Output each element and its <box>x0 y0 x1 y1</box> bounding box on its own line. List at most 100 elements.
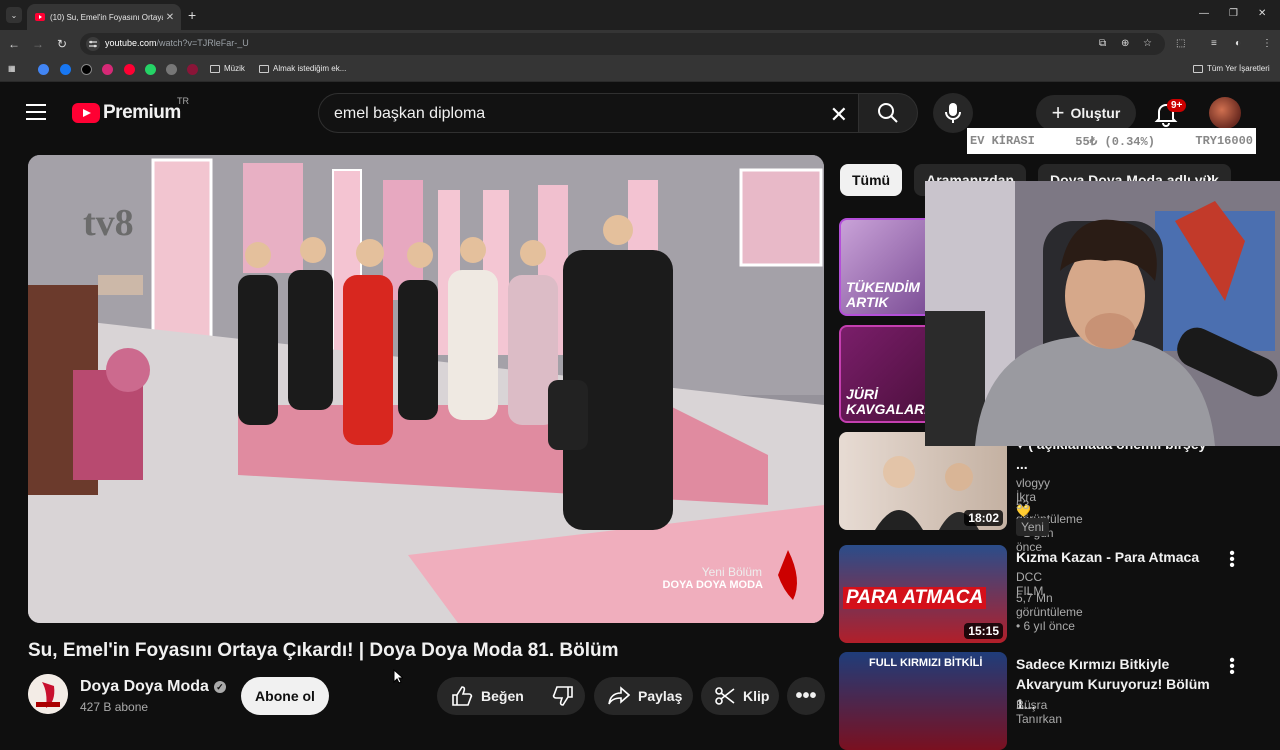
close-window-button[interactable]: ✕ <box>1258 8 1266 19</box>
clip-button[interactable]: Klip <box>701 677 779 715</box>
reload-button[interactable]: ↻ <box>54 36 70 52</box>
thumbnail-text: TÜKENDİM ARTIK <box>846 279 920 310</box>
video-duration: 18:02 <box>964 510 1003 526</box>
new-badge: Yeni <box>1016 518 1049 536</box>
search-icon <box>878 103 898 123</box>
all-bookmarks[interactable]: Tüm Yer İşaretleri <box>1193 64 1270 73</box>
minimize-button[interactable]: — <box>1199 8 1209 19</box>
logo-text: Premium <box>103 102 181 123</box>
url-path: /watch?v=TJRleFar-_U <box>156 38 249 48</box>
whatsapp-bookmark-icon[interactable] <box>145 64 156 75</box>
recommendation-channel[interactable]: Büşra Tanırkan <box>1016 698 1062 726</box>
browser-menu-icon[interactable]: ⋮ <box>1262 38 1272 49</box>
scissors-icon <box>715 687 735 705</box>
more-vertical-icon[interactable]: • • • <box>1229 546 1235 574</box>
profile-icon[interactable]: ◐ <box>1235 38 1241 49</box>
browser-tab[interactable]: (10) Su, Emel'in Foyasını Ortaya ✕ <box>27 4 181 30</box>
share-arrow-icon <box>608 686 630 705</box>
ticker-change: 55₺ (0.34%) <box>1075 134 1155 149</box>
folder-icon <box>1193 64 1203 73</box>
dislike-button[interactable] <box>538 677 588 715</box>
stock-ticker-overlay: EV KİRASI 55₺ (0.34%) TRY16000 <box>967 128 1256 154</box>
search-button[interactable] <box>858 93 918 133</box>
tab-search-button[interactable]: ⌄ <box>6 7 22 23</box>
pinterest-bookmark-icon[interactable] <box>187 64 198 75</box>
channel-name-row[interactable]: Doya Doya Moda ✓ <box>80 678 226 696</box>
all-bookmarks-label: Tüm Yer İşaretleri <box>1207 64 1270 73</box>
restore-button[interactable]: ❐ <box>1229 8 1238 19</box>
google-bookmark-icon[interactable] <box>38 64 49 75</box>
chatgpt-bookmark-icon[interactable] <box>166 64 177 75</box>
thumbnail-text: PARA ATMACA <box>843 587 987 609</box>
notification-badge: 9+ <box>1167 99 1187 112</box>
search-input[interactable]: emel başkan diploma <box>334 105 485 123</box>
thumbnail-text: JÜRİ KAVGALARI <box>846 386 929 417</box>
tv8-logo: tv8 <box>83 202 134 244</box>
recommendation-meta: 5,7 Mn görüntüleme • 6 yıl önce <box>1016 591 1083 633</box>
new-tab-button[interactable]: + <box>188 7 196 23</box>
youtube-logo[interactable]: Premium TR <box>72 96 189 124</box>
overlay-show-name: DOYA DOYA MODA <box>662 579 763 591</box>
tab-close-icon[interactable]: ✕ <box>163 12 177 23</box>
apps-icon[interactable]: ▦ <box>8 64 16 73</box>
create-label: Oluştur <box>1070 105 1121 121</box>
channel-name[interactable]: Doya Doya Moda <box>80 678 209 696</box>
search-box[interactable]: emel başkan diploma ✕ <box>318 93 858 133</box>
youtube-favicon-icon <box>35 13 45 21</box>
more-vertical-icon[interactable]: • • • <box>1229 653 1235 681</box>
folder-icon <box>259 64 269 73</box>
video-thumbnail[interactable]: FULL KIRMIZI BİTKİLİ <box>839 652 1007 750</box>
thumbs-up-icon <box>452 686 473 706</box>
tab-title: (10) Su, Emel'in Foyasını Ortaya <box>50 12 163 22</box>
more-actions-button[interactable]: ••• <box>787 677 825 715</box>
ticker-name: EV KİRASI <box>970 134 1035 148</box>
webcam-overlay <box>925 181 1280 446</box>
like-button[interactable]: Beğen <box>437 677 538 715</box>
guide-menu-icon[interactable] <box>26 104 46 120</box>
voice-search-button[interactable] <box>933 93 973 133</box>
share-button[interactable]: Paylaş <box>594 677 693 715</box>
channel-logo-icon <box>28 674 68 714</box>
youtube-bookmark-icon[interactable] <box>124 64 135 75</box>
zoom-icon[interactable]: ⊕ <box>1121 38 1129 49</box>
recommendation-title[interactable]: Kızma Kazan - Para Atmaca <box>1016 547 1216 567</box>
account-avatar[interactable] <box>1209 97 1241 129</box>
facebook-bookmark-icon[interactable] <box>60 64 71 75</box>
chip-all[interactable]: Tümü <box>840 164 903 196</box>
x-bookmark-icon[interactable] <box>81 64 92 75</box>
forward-button[interactable]: → <box>30 36 46 52</box>
folder-icon <box>210 64 220 73</box>
video-thumbnail[interactable]: PARA ATMACA 15:15 <box>839 545 1007 643</box>
bookmark-star-icon[interactable]: ☆ <box>1143 38 1152 49</box>
reading-list-icon[interactable]: ≡ <box>1211 38 1217 49</box>
clear-search-icon[interactable]: ✕ <box>830 102 848 128</box>
streamer-webcam-image <box>925 181 1280 446</box>
address-bar[interactable]: youtube.com/watch?v=TJRleFar-_U <box>80 33 1165 55</box>
cast-icon[interactable]: ⧉ <box>1099 38 1106 49</box>
extensions-icon[interactable]: ⬚ <box>1176 38 1185 49</box>
back-button[interactable]: ← <box>6 36 22 52</box>
site-settings-icon[interactable] <box>86 37 100 51</box>
instagram-bookmark-icon[interactable] <box>102 64 113 75</box>
country-code: TR <box>177 96 189 106</box>
video-title: Su, Emel'in Foyasını Ortaya Çıkardı! | D… <box>28 640 619 661</box>
bookmark-label: Almak istediğim ek... <box>273 64 347 73</box>
microphone-icon <box>945 103 961 123</box>
youtube-play-icon <box>72 103 100 123</box>
subscribe-button[interactable]: Abone ol <box>241 677 329 715</box>
video-thumbnail[interactable]: 18:02 <box>839 432 1007 530</box>
ticker-value: TRY16000 <box>1195 134 1253 148</box>
channel-avatar[interactable] <box>28 674 68 714</box>
subscriber-count: 427 B abone <box>80 700 149 714</box>
video-player[interactable]: tv8 Yeni Bölüm DOYA DOYA MODA <box>28 155 824 623</box>
thumbs-down-icon <box>552 686 573 706</box>
video-frame: tv8 <box>28 155 824 623</box>
video-duration: 15:15 <box>964 623 1003 639</box>
bookmark-almak[interactable]: Almak istediğim ek... <box>259 64 346 73</box>
like-label: Beğen <box>481 688 524 704</box>
mouse-cursor-icon <box>393 669 403 684</box>
verified-icon: ✓ <box>213 681 226 693</box>
bookmark-muzik[interactable]: Müzik <box>210 64 245 73</box>
thumbnail-text: FULL KIRMIZI BİTKİLİ <box>869 657 983 669</box>
create-button[interactable]: + Oluştur <box>1036 95 1136 131</box>
